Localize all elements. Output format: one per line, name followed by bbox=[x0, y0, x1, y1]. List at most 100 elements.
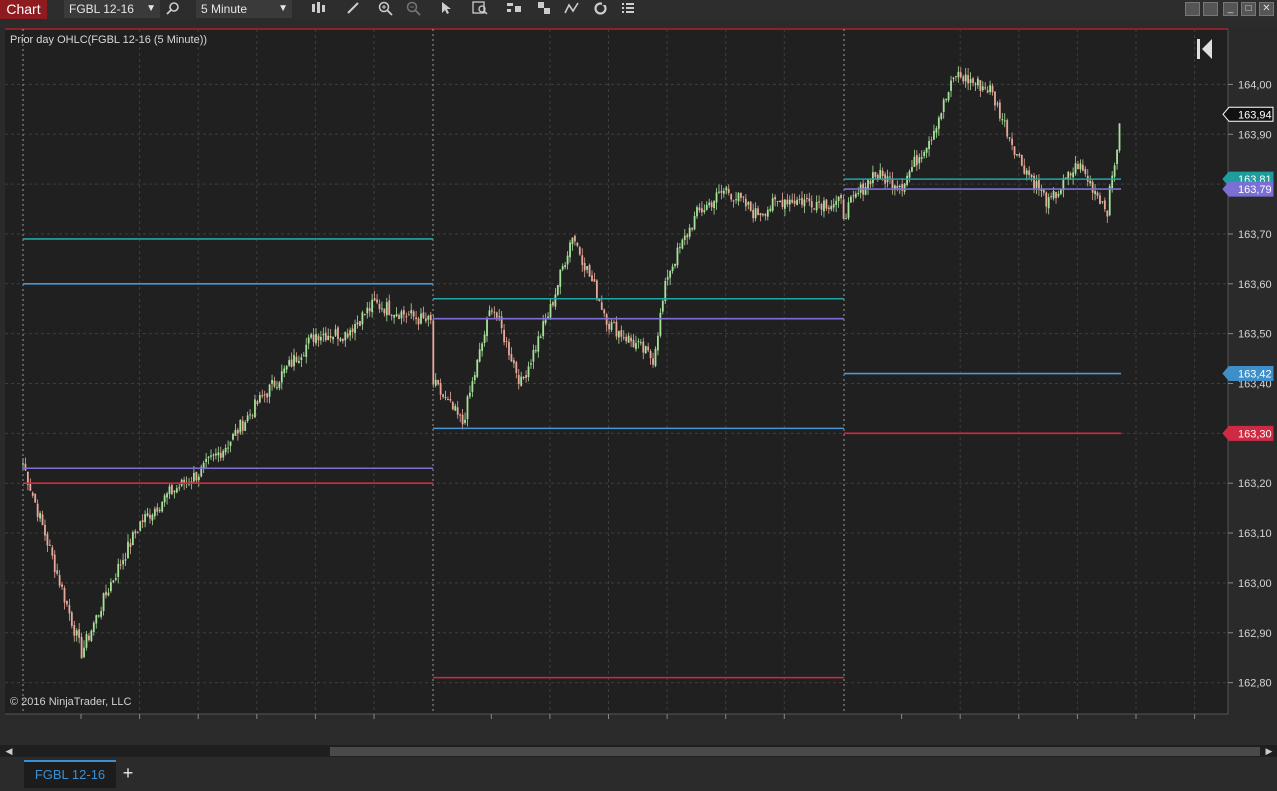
minimize-button[interactable]: _ bbox=[1223, 2, 1238, 16]
candle-down bbox=[1103, 200, 1106, 210]
candle-down bbox=[801, 197, 803, 205]
interval-selector[interactable]: 5 Minute ▼ bbox=[196, 0, 292, 18]
candle-down bbox=[337, 327, 339, 340]
candle-up bbox=[491, 310, 493, 312]
candle-down bbox=[774, 197, 777, 200]
candle-up bbox=[315, 333, 317, 344]
candle-down bbox=[119, 564, 122, 566]
reload-icon[interactable] bbox=[593, 1, 611, 18]
close-button[interactable]: ✕ bbox=[1259, 2, 1274, 16]
candle-down bbox=[818, 201, 820, 203]
scroll-right-arrow-icon[interactable]: ▶ bbox=[1264, 745, 1274, 757]
candle-down bbox=[312, 334, 315, 342]
candle-up bbox=[639, 342, 642, 344]
bar-type-icon[interactable] bbox=[310, 1, 328, 18]
candle-down bbox=[852, 195, 855, 197]
y-tick-label: 162,80 bbox=[1238, 678, 1272, 690]
candle-up bbox=[815, 201, 818, 211]
candle-up bbox=[22, 463, 24, 465]
candle-down bbox=[742, 196, 745, 198]
candle-down bbox=[449, 399, 452, 401]
scrollbar-thumb[interactable] bbox=[330, 747, 1260, 756]
candle-up bbox=[1035, 181, 1038, 188]
candle-down bbox=[620, 330, 623, 337]
y-tick-label: 163,20 bbox=[1238, 478, 1272, 490]
candle-down bbox=[710, 202, 713, 208]
candle-up bbox=[718, 191, 720, 193]
indicators-icon[interactable] bbox=[564, 1, 582, 18]
candle-up bbox=[918, 157, 921, 164]
candle-up bbox=[469, 392, 471, 397]
candle-up bbox=[561, 266, 564, 270]
candle-down bbox=[825, 199, 828, 209]
maximize-button[interactable]: □ bbox=[1241, 2, 1256, 16]
candle-down bbox=[407, 314, 410, 316]
candle-down bbox=[1091, 181, 1094, 193]
candle-down bbox=[1099, 195, 1101, 204]
candle-up bbox=[127, 541, 129, 559]
candle-up bbox=[100, 611, 103, 617]
price-chart[interactable]: 164,00163,90163,80163,70163,60163,50163,… bbox=[0, 27, 1277, 720]
candle-down bbox=[874, 171, 877, 177]
candle-up bbox=[224, 447, 227, 453]
candle-down bbox=[48, 544, 51, 546]
candle-up bbox=[569, 242, 571, 258]
candle-down bbox=[986, 90, 989, 93]
candle-down bbox=[41, 514, 44, 526]
candle-down bbox=[869, 180, 872, 184]
indicator-label: Prior day OHLC(FGBL 12-16 (5 Minute)) bbox=[10, 34, 207, 46]
candle-down bbox=[591, 275, 593, 282]
candle-down bbox=[962, 76, 965, 82]
candle-up bbox=[935, 128, 938, 133]
add-tab-button[interactable]: + bbox=[118, 762, 138, 784]
candle-down bbox=[1018, 154, 1021, 156]
candle-down bbox=[451, 402, 454, 410]
pointer-icon[interactable] bbox=[440, 1, 458, 18]
price-marker-label: 163,30 bbox=[1238, 428, 1272, 440]
scroll-left-arrow-icon[interactable]: ◀ bbox=[4, 745, 14, 757]
candle-down bbox=[740, 192, 742, 198]
instrument-tab[interactable]: FGBL 12-16 bbox=[24, 760, 116, 788]
candle-down bbox=[456, 407, 459, 415]
candle-up bbox=[454, 406, 457, 411]
candle-up bbox=[371, 299, 374, 313]
candle-up bbox=[906, 175, 908, 185]
candle-up bbox=[950, 80, 952, 91]
search-icon[interactable] bbox=[166, 1, 184, 18]
strategies-icon[interactable] bbox=[506, 1, 524, 18]
candle-up bbox=[657, 335, 659, 351]
chart-area[interactable]: 164,00163,90163,80163,70163,60163,50163,… bbox=[0, 27, 1277, 720]
candle-up bbox=[161, 501, 164, 512]
candle-up bbox=[544, 319, 547, 324]
draw-icon[interactable] bbox=[346, 1, 364, 18]
properties-icon[interactable] bbox=[536, 1, 554, 18]
candle-down bbox=[632, 339, 635, 348]
candle-down bbox=[578, 247, 581, 255]
candle-up bbox=[879, 169, 882, 180]
candle-down bbox=[959, 72, 962, 78]
candle-up bbox=[244, 422, 247, 431]
menu-icon[interactable] bbox=[621, 1, 639, 18]
candle-down bbox=[493, 311, 496, 313]
zoom-in-icon[interactable] bbox=[378, 1, 396, 18]
candle-up bbox=[898, 185, 901, 187]
candle-up bbox=[571, 237, 574, 245]
candle-up bbox=[676, 247, 679, 266]
interval-value: 5 Minute bbox=[201, 2, 248, 16]
candle-down bbox=[261, 395, 264, 397]
data-box-icon[interactable] bbox=[472, 1, 490, 18]
candle-down bbox=[930, 139, 933, 141]
candle-down bbox=[459, 414, 462, 416]
candle-up bbox=[298, 360, 300, 363]
candle-up bbox=[947, 92, 950, 101]
instrument-selector[interactable]: FGBL 12-16 ▼ bbox=[64, 0, 160, 18]
candle-down bbox=[56, 570, 59, 574]
tile-window-button[interactable] bbox=[1185, 2, 1200, 16]
zoom-out-icon[interactable] bbox=[406, 1, 424, 18]
candle-down bbox=[727, 189, 730, 193]
candle-up bbox=[549, 303, 552, 318]
candle-up bbox=[258, 394, 261, 403]
candle-up bbox=[872, 172, 874, 184]
candle-up bbox=[107, 592, 110, 596]
tile-window-button-2[interactable] bbox=[1203, 2, 1218, 16]
